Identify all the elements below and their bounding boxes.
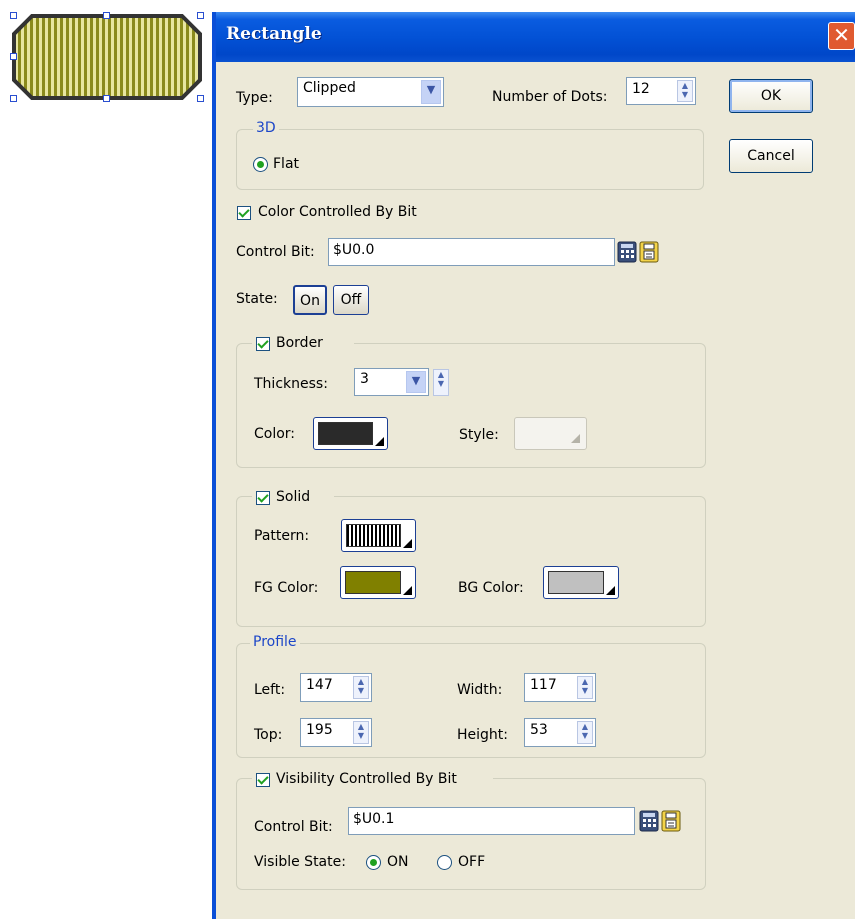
rectangle-dialog: Rectangle ✕ Type: Clipped ▼ Number of Do… — [212, 12, 855, 919]
spin-arrows-icon[interactable]: ▲ ▼ — [577, 676, 593, 699]
dialog-title: Rectangle — [226, 24, 322, 44]
color-controlled-label: Color Controlled By Bit — [258, 204, 417, 220]
visible-off-label: OFF — [458, 854, 486, 870]
dots-value: 12 — [632, 81, 650, 97]
top-spinner[interactable]: 195 ▲ ▼ — [300, 718, 372, 747]
border-color-button[interactable] — [313, 417, 388, 450]
flat-radio[interactable] — [253, 157, 268, 172]
dots-label: Number of Dots: — [492, 89, 608, 105]
bg-color-button[interactable] — [543, 566, 619, 599]
group-3d — [236, 129, 704, 190]
fg-color-label: FG Color: — [254, 580, 319, 596]
bg-color-swatch — [548, 571, 604, 594]
border-color-swatch — [318, 422, 373, 445]
border-label: Border — [276, 335, 323, 351]
state-off-button[interactable]: Off — [333, 285, 369, 315]
profile-caption: Profile — [250, 634, 300, 650]
width-label: Width: — [457, 682, 503, 698]
calculator-icon[interactable] — [639, 810, 659, 832]
chevron-down-icon[interactable]: ▼ — [406, 371, 426, 393]
group-border — [236, 343, 706, 468]
resize-handle-top[interactable] — [103, 12, 110, 19]
visible-state-label: Visible State: — [254, 854, 346, 870]
tag-lookup-icon[interactable] — [639, 241, 659, 263]
thickness-value: 3 — [360, 371, 369, 387]
cancel-button[interactable]: Cancel — [729, 139, 813, 173]
type-value: Clipped — [303, 80, 356, 96]
width-spinner[interactable]: 117 ▲ ▼ — [524, 673, 596, 702]
spin-arrows-icon[interactable]: ▲ ▼ — [353, 676, 369, 699]
resize-handle-top-left[interactable] — [10, 12, 17, 19]
pattern-swatch — [346, 524, 401, 547]
height-value: 53 — [530, 722, 548, 738]
visibility-checkbox[interactable] — [256, 773, 270, 787]
dropdown-triangle-icon — [403, 586, 412, 595]
dropdown-triangle-icon — [403, 539, 412, 548]
visibility-control-bit-input[interactable]: $U0.1 — [348, 807, 635, 835]
control-bit-label: Control Bit: — [236, 244, 315, 260]
visibility-control-bit-label: Control Bit: — [254, 819, 333, 835]
type-label: Type: — [236, 90, 273, 106]
dropdown-triangle-icon — [571, 434, 580, 443]
border-style-button[interactable] — [514, 417, 587, 450]
state-on-button[interactable]: On — [293, 285, 327, 315]
fg-color-button[interactable] — [340, 566, 416, 599]
visibility-control-bit-value: $U0.1 — [353, 811, 395, 827]
visible-on-label: ON — [387, 854, 409, 870]
visible-on-radio[interactable] — [366, 855, 381, 870]
spin-arrows-icon[interactable]: ▲ ▼ — [577, 721, 593, 744]
type-select[interactable]: Clipped ▼ — [297, 77, 444, 107]
left-spinner[interactable]: 147 ▲ ▼ — [300, 673, 372, 702]
bg-color-label: BG Color: — [458, 580, 524, 596]
dropdown-triangle-icon — [606, 586, 615, 595]
ok-button[interactable]: OK — [729, 79, 813, 113]
chevron-down-icon[interactable]: ▼ — [421, 80, 441, 104]
close-icon[interactable]: ✕ — [828, 22, 855, 50]
spin-arrows-icon[interactable]: ▲ ▼ — [353, 721, 369, 744]
fg-color-swatch — [345, 571, 401, 594]
calculator-icon[interactable] — [617, 241, 637, 263]
control-bit-input[interactable]: $U0.0 — [328, 238, 615, 266]
state-label: State: — [236, 291, 278, 307]
resize-handle-left[interactable] — [10, 53, 17, 60]
height-spinner[interactable]: 53 ▲ ▼ — [524, 718, 596, 747]
left-label: Left: — [254, 682, 286, 698]
border-style-label: Style: — [459, 427, 499, 443]
thickness-spinner[interactable]: ▲ ▼ — [429, 369, 449, 396]
visibility-label: Visibility Controlled By Bit — [276, 771, 457, 787]
thickness-label: Thickness: — [254, 376, 328, 392]
resize-handle-top-right[interactable] — [197, 12, 204, 19]
resize-handle-bottom-right[interactable] — [197, 95, 204, 102]
spin-arrows-icon[interactable]: ▲ ▼ — [677, 80, 693, 102]
top-label: Top: — [254, 727, 283, 743]
border-color-label: Color: — [254, 426, 296, 442]
pattern-label: Pattern: — [254, 528, 310, 544]
left-value: 147 — [306, 677, 333, 693]
width-value: 117 — [530, 677, 557, 693]
visible-off-radio[interactable] — [437, 855, 452, 870]
thickness-select[interactable]: 3 ▼ — [354, 368, 429, 396]
resize-handle-bottom[interactable] — [103, 95, 110, 102]
control-bit-value: $U0.0 — [333, 242, 375, 258]
canvas-shape-area — [0, 0, 215, 110]
tag-lookup-icon[interactable] — [661, 810, 681, 832]
number-of-dots-spinner[interactable]: 12 ▲ ▼ — [626, 77, 696, 105]
flat-label: Flat — [273, 156, 300, 172]
pattern-button[interactable] — [341, 519, 416, 552]
group-solid — [236, 496, 706, 627]
group-3d-caption: 3D — [253, 120, 279, 136]
dropdown-triangle-icon — [375, 437, 384, 446]
color-controlled-checkbox[interactable] — [237, 206, 251, 220]
resize-handle-bottom-left[interactable] — [10, 95, 17, 102]
solid-label: Solid — [276, 489, 311, 505]
spin-arrows-icon[interactable]: ▲ ▼ — [433, 369, 449, 396]
border-checkbox[interactable] — [256, 337, 270, 351]
title-bar[interactable]: Rectangle ✕ — [216, 12, 855, 62]
solid-checkbox[interactable] — [256, 491, 270, 505]
height-label: Height: — [457, 727, 508, 743]
top-value: 195 — [306, 722, 333, 738]
